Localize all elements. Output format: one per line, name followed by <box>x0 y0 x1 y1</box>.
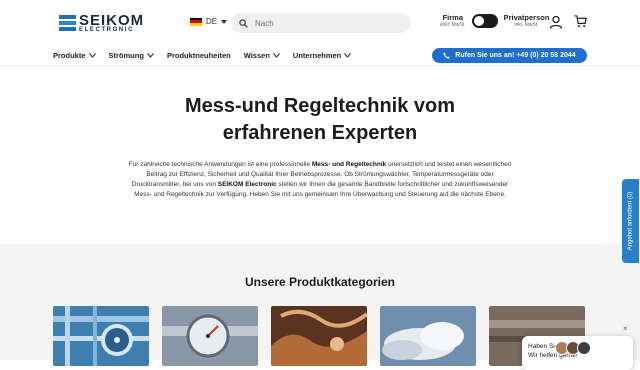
hero-description: Für zahlreiche technische Anwendungen is… <box>128 161 512 198</box>
chevron-down-icon <box>88 53 96 58</box>
price-mode-toggle[interactable] <box>471 14 498 28</box>
logo-subtext: ELECTRONIC <box>79 27 134 33</box>
categories-title: Unsere Produktkategorien <box>244 275 396 289</box>
seikom-logo[interactable]: SEIKOM ELECTRONIC <box>59 12 153 35</box>
nav-item-unternehmen[interactable]: Unternehmen <box>293 51 352 60</box>
chevron-down-icon <box>221 19 228 24</box>
price-mode-toggle-group: Firma exkl. MwSt. Privatperson inkl. MwS… <box>440 14 549 28</box>
logo-mark-icon <box>59 15 76 32</box>
nav-item-produkte[interactable]: Produkte <box>53 51 96 60</box>
phone-icon <box>443 52 450 59</box>
category-image-clouds[interactable] <box>380 306 476 366</box>
category-image-pressure-gauge[interactable] <box>162 306 258 366</box>
shopping-cart-icon[interactable] <box>574 15 587 28</box>
chat-agent-avatars <box>555 341 591 355</box>
search-input[interactable] <box>255 18 395 28</box>
category-image-fluid[interactable] <box>271 306 367 366</box>
search-bar[interactable] <box>231 13 411 33</box>
close-icon[interactable]: × <box>623 325 629 333</box>
german-flag-icon <box>190 17 202 26</box>
nav-item-stroemung[interactable]: Strömung <box>109 51 154 60</box>
request-quote-label: Angebot anfordern (0) <box>627 191 634 251</box>
highlight-mess-regeltechnik: Mess- und Regeltechnik <box>311 161 387 168</box>
toggle-label-privatperson: Privatperson inkl. MwSt. <box>503 13 550 29</box>
site-header: SEIKOM ELECTRONIC DE Firma exkl. MwSt. P… <box>0 0 640 66</box>
call-us-label: Rufen Sie uns an! +49 (0) 20 58 2044 <box>455 52 576 59</box>
call-us-button[interactable]: Rufen Sie uns an! +49 (0) 20 58 2044 <box>432 48 587 63</box>
search-icon <box>239 18 248 28</box>
chevron-down-icon <box>147 53 154 58</box>
hero-title: Mess-und Regeltechnik vom erfahrenen Exp… <box>184 95 456 144</box>
highlight-seikom: SEIKOM Electronic <box>217 181 277 188</box>
request-quote-tab[interactable]: Angebot anfordern (0) <box>622 179 639 263</box>
main-navigation: Produkte Strömung Produktneuheiten Wisse… <box>53 51 352 60</box>
language-selector[interactable]: DE <box>190 17 228 26</box>
nav-item-wissen[interactable]: Wissen <box>244 51 280 60</box>
chevron-down-icon <box>273 53 280 58</box>
user-account-icon[interactable] <box>549 15 563 29</box>
nav-item-produktneuheiten[interactable]: Produktneuheiten <box>167 51 231 60</box>
language-label: DE <box>206 17 218 26</box>
category-image-pipes[interactable] <box>53 306 149 366</box>
toggle-label-firma: Firma exkl. MwSt. <box>440 13 466 29</box>
chevron-down-icon <box>344 53 352 58</box>
avatar <box>577 341 591 355</box>
